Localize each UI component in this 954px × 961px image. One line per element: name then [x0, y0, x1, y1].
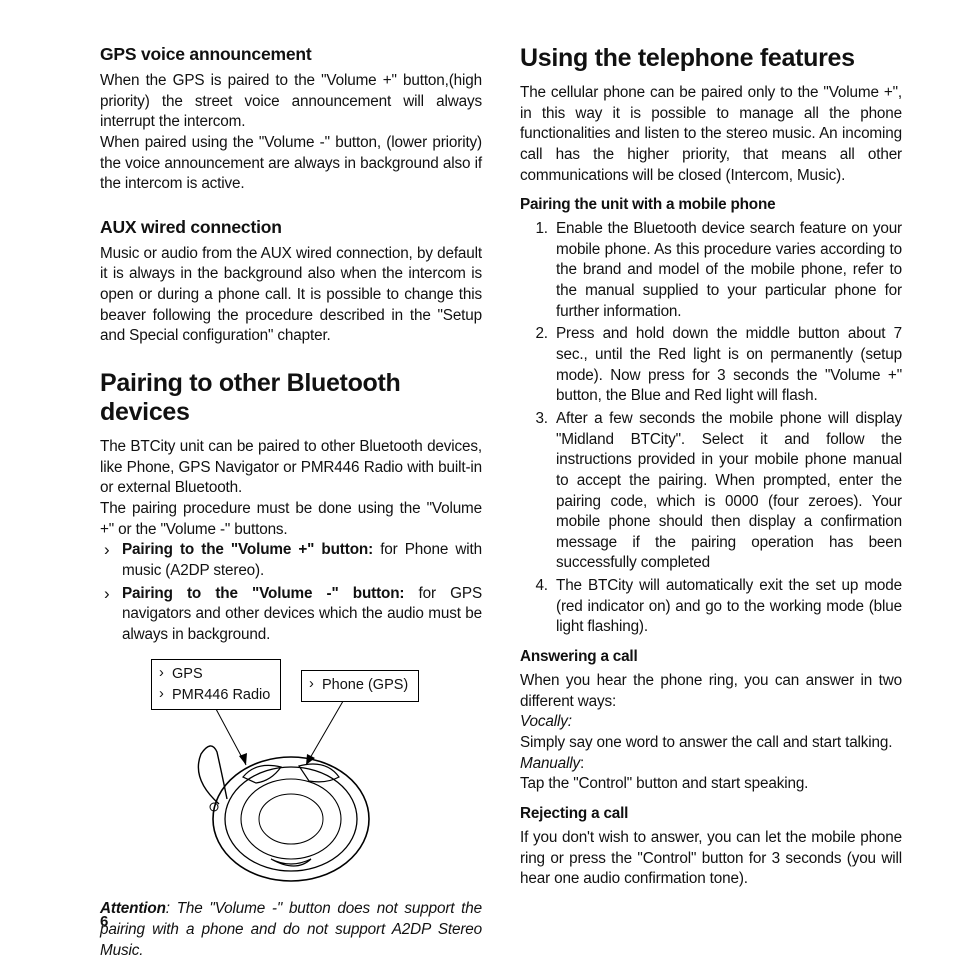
label-manually-em: Manually [520, 755, 580, 772]
heading-pair-mobile: Pairing the unit with a mobile phone [520, 196, 902, 214]
heading-reject: Rejecting a call [520, 805, 902, 823]
text-gps-1: When the GPS is paired to the "Volume +"… [100, 71, 482, 133]
attention-note: Attention: The "Volume -" button does no… [100, 899, 482, 961]
label-vocally: Vocally: [520, 712, 902, 733]
pairing-steps: Enable the Bluetooth device search featu… [520, 219, 902, 638]
heading-gps: GPS voice announcement [100, 44, 482, 65]
figure-wrap: GPS PMR446 Radio Phone (GPS) [100, 659, 482, 889]
heading-aux: AUX wired connection [100, 217, 482, 238]
text-pair-2: The pairing procedure must be done using… [100, 499, 482, 540]
text-vocally: Simply say one word to answer the call a… [520, 733, 902, 754]
pairing-list: Pairing to the "Volume +" button: for Ph… [100, 540, 482, 645]
text-aux: Music or audio from the AUX wired connec… [100, 244, 482, 347]
figure-label-item: PMR446 Radio [172, 685, 270, 705]
list-item: Pairing to the "Volume +" button: for Ph… [122, 540, 482, 581]
text-reject: If you don't wish to answer, you can let… [520, 828, 902, 890]
list-item: Enable the Bluetooth device search featu… [552, 219, 902, 322]
right-column: Using the telephone features The cellula… [520, 44, 902, 961]
heading-telephone: Using the telephone features [520, 44, 902, 73]
list-item-bold: Pairing to the "Volume -" button: [122, 585, 404, 602]
figure-label-left: GPS PMR446 Radio [151, 659, 281, 710]
list-item: Pairing to the "Volume -" button: for GP… [122, 584, 482, 646]
list-item: Press and hold down the middle button ab… [552, 324, 902, 407]
list-item: After a few seconds the mobile phone wil… [552, 409, 902, 574]
figure-label-item: GPS [172, 664, 270, 684]
figure-label-item: Phone (GPS) [322, 675, 408, 695]
device-figure: GPS PMR446 Radio Phone (GPS) [151, 659, 431, 889]
list-item-bold: Pairing to the "Volume +" button: [122, 541, 373, 558]
heading-answer: Answering a call [520, 648, 902, 666]
text-telephone: The cellular phone can be paired only to… [520, 83, 902, 186]
text-gps-2: When paired using the "Volume -" button,… [100, 133, 482, 195]
attention-bold: Attention [100, 900, 166, 917]
figure-label-right: Phone (GPS) [301, 670, 419, 701]
page-columns: GPS voice announcement When the GPS is p… [100, 44, 902, 961]
text-manually: Tap the "Control" button and start speak… [520, 774, 902, 795]
list-item: The BTCity will automatically exit the s… [552, 576, 902, 638]
text-answer-intro: When you hear the phone ring, you can an… [520, 671, 902, 712]
label-manually: Manually: [520, 754, 902, 775]
heading-pairing: Pairing to other Bluetooth devices [100, 369, 482, 427]
text-pair-1: The BTCity unit can be paired to other B… [100, 437, 482, 499]
page-number: 6 [100, 913, 108, 930]
left-column: GPS voice announcement When the GPS is p… [100, 44, 482, 961]
